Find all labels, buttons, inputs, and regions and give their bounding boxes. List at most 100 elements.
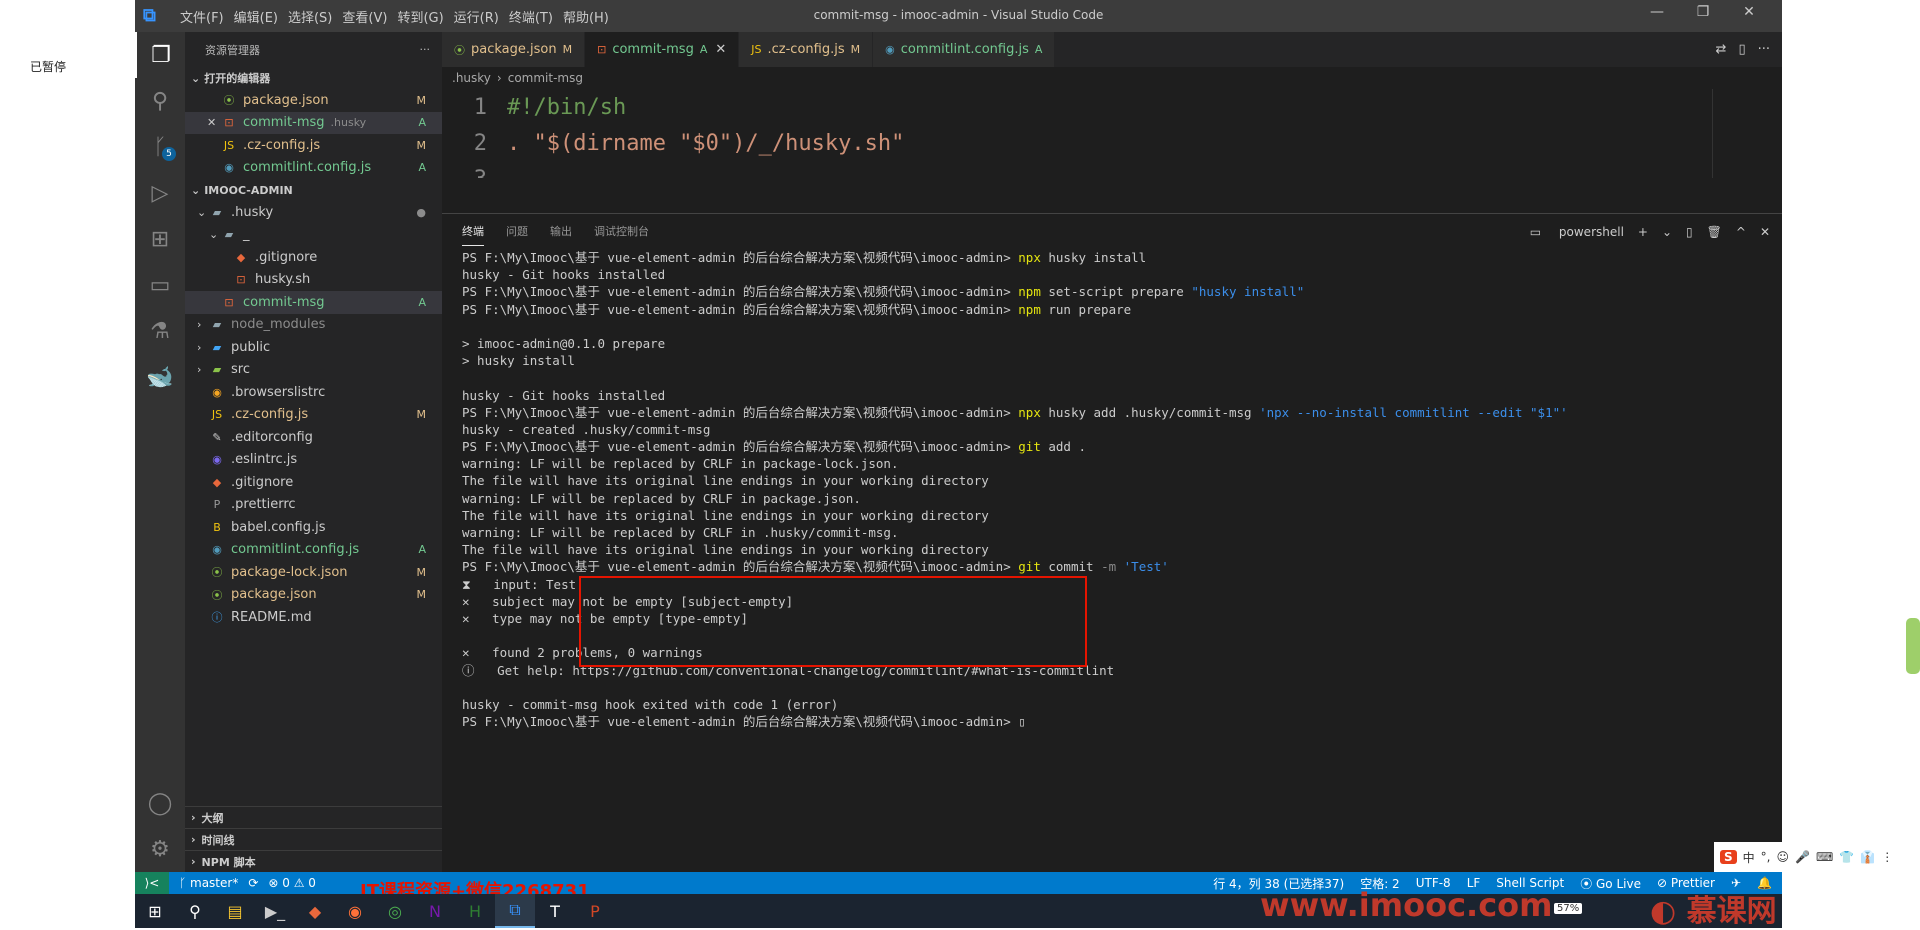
ime-item[interactable]: 👕 bbox=[1839, 850, 1854, 864]
sidebar-section-2[interactable]: › NPM 脚本 bbox=[185, 850, 442, 872]
sidebar-section-1[interactable]: › 时间线 bbox=[185, 828, 442, 850]
menu-item[interactable]: 帮助(H) bbox=[558, 7, 614, 26]
git-icon[interactable]: ◆ bbox=[295, 894, 335, 928]
ime-item[interactable]: 🎤 bbox=[1795, 850, 1810, 864]
tree-item[interactable]: ⊡ commit-msg A bbox=[185, 291, 442, 314]
status-item[interactable]: ⦿ Go Live bbox=[1580, 875, 1641, 892]
open-editor-item[interactable]: ✕ ⊡ commit-msg .husky A bbox=[185, 111, 442, 134]
panel-tab[interactable]: 终端 bbox=[462, 217, 484, 246]
kill-terminal-icon[interactable]: 🗑 bbox=[1707, 225, 1722, 239]
ime-item[interactable]: ⌨ bbox=[1816, 850, 1833, 864]
editor-tab[interactable]: JS .cz-config.js M bbox=[739, 32, 874, 67]
testing-icon[interactable]: ⚗ bbox=[135, 308, 185, 354]
split-editor-icon[interactable]: ▯ bbox=[1738, 42, 1745, 57]
tree-item[interactable]: › ▰ node_modules bbox=[185, 314, 442, 337]
start-icon[interactable]: ⊞ bbox=[135, 894, 175, 928]
problems-indicator[interactable]: ⊗ 0 ⚠ 0 bbox=[268, 876, 316, 890]
breadcrumb-item[interactable]: commit-msg bbox=[508, 71, 583, 85]
tree-item[interactable]: JS .cz-config.js M bbox=[185, 404, 442, 427]
git-branch[interactable]: ᚴ master* bbox=[179, 876, 238, 890]
tree-item[interactable]: ✎ .editorconfig bbox=[185, 426, 442, 449]
search-icon[interactable]: ⚲ bbox=[175, 894, 215, 928]
close-icon[interactable]: ✕ bbox=[715, 42, 726, 57]
firefox-icon[interactable]: ◉ bbox=[335, 894, 375, 928]
search-icon[interactable]: ⚲ bbox=[135, 78, 185, 124]
docker-icon[interactable]: 🐋 bbox=[135, 354, 185, 400]
new-terminal-icon[interactable]: + bbox=[1638, 225, 1648, 239]
menu-item[interactable]: 转到(G) bbox=[392, 7, 448, 26]
terminal-dropdown-icon[interactable]: ⌄ bbox=[1662, 225, 1672, 239]
tree-item[interactable]: Bbabel.config.js bbox=[185, 516, 442, 539]
source-control-icon[interactable]: ᚴ5 bbox=[135, 124, 185, 170]
sidebar-section-0[interactable]: › 大纲 bbox=[185, 806, 442, 828]
code-editor[interactable]: 1 #!/bin/sh 2 . "$(dirname "$0")/_/husky.sh… bbox=[442, 89, 1782, 178]
close-panel-icon[interactable]: ✕ bbox=[1760, 225, 1770, 239]
tree-item[interactable]: ⦿ package.json M bbox=[185, 584, 442, 607]
app-h-icon[interactable]: H bbox=[455, 894, 495, 928]
remote-explorer-icon[interactable]: ▭ bbox=[135, 262, 185, 308]
menu-item[interactable]: 终端(T) bbox=[504, 7, 558, 26]
tree-item[interactable]: ⌄ ▰ .husky ● bbox=[185, 201, 442, 224]
menu-item[interactable]: 文件(F) bbox=[175, 7, 229, 26]
powerpoint-icon[interactable]: P bbox=[575, 894, 615, 928]
run-debug-icon[interactable]: ▷ bbox=[135, 170, 185, 216]
terminal-shell-selector[interactable]: ▭ powershell bbox=[1530, 225, 1624, 239]
typora-icon[interactable]: T bbox=[535, 894, 575, 928]
open-editors-section[interactable]: ⌄ 打开的编辑器 bbox=[185, 67, 442, 89]
tree-item[interactable]: ⓘ README.md bbox=[185, 606, 442, 629]
editor-tab[interactable]: ⦿ package.json M bbox=[442, 32, 586, 67]
menu-item[interactable]: 编辑(E) bbox=[229, 7, 283, 26]
ime-item[interactable]: 👔 bbox=[1860, 850, 1875, 864]
tree-item[interactable]: ◆ .gitignore bbox=[185, 246, 442, 269]
extensions-icon[interactable]: ⊞ bbox=[135, 216, 185, 262]
tree-item[interactable]: › ▰ public bbox=[185, 336, 442, 359]
split-terminal-icon[interactable]: ▯ bbox=[1686, 225, 1693, 239]
explorer-more-button[interactable]: ··· bbox=[420, 43, 431, 56]
open-editor-item[interactable]: JS .cz-config.js M bbox=[185, 134, 442, 157]
tree-item[interactable]: › ▰ src bbox=[185, 359, 442, 382]
remote-indicator[interactable]: ⟩< bbox=[135, 872, 169, 894]
tree-item[interactable]: P .prettierrc bbox=[185, 494, 442, 517]
editor-tab[interactable]: ◉ commitlint.config.js A bbox=[873, 32, 1056, 67]
side-widget[interactable] bbox=[1906, 618, 1920, 674]
tree-item[interactable]: ⌄ ▰ _ bbox=[185, 224, 442, 247]
panel-tab[interactable]: 问题 bbox=[506, 217, 528, 246]
more-actions-icon[interactable]: ··· bbox=[1758, 42, 1770, 57]
open-editor-item[interactable]: ◉ commitlint.config.js A bbox=[185, 157, 442, 180]
tree-item[interactable]: ⊡ husky.sh bbox=[185, 269, 442, 292]
minimap[interactable] bbox=[1712, 89, 1782, 178]
explorer-icon[interactable]: ❐ bbox=[135, 32, 185, 78]
menu-item[interactable]: 选择(S) bbox=[283, 7, 337, 26]
ime-item[interactable]: 中 bbox=[1743, 849, 1755, 866]
chrome-icon[interactable]: ◎ bbox=[375, 894, 415, 928]
settings-gear-icon[interactable]: ⚙ bbox=[135, 826, 185, 872]
tree-item[interactable]: ⦿ package-lock.json M bbox=[185, 561, 442, 584]
vscode-icon[interactable]: ⧉ bbox=[495, 894, 535, 928]
maximize-button[interactable]: ❐ bbox=[1680, 4, 1726, 20]
ime-item[interactable]: ⋮ bbox=[1881, 850, 1893, 864]
minimize-button[interactable]: — bbox=[1634, 4, 1680, 20]
panel-tab[interactable]: 输出 bbox=[550, 217, 572, 246]
terminal-icon[interactable]: ▶_ bbox=[255, 894, 295, 928]
ime-item[interactable]: S bbox=[1720, 850, 1737, 864]
tree-item[interactable]: ◉ .browserslistrc bbox=[185, 381, 442, 404]
tree-item[interactable]: ◉ commitlint.config.js A bbox=[185, 539, 442, 562]
panel-tab[interactable]: 调试控制台 bbox=[594, 217, 649, 246]
project-section[interactable]: ⌄ IMOOC-ADMIN bbox=[185, 179, 442, 201]
compare-icon[interactable]: ⇄ bbox=[1716, 42, 1727, 57]
close-window-button[interactable]: ✕ bbox=[1726, 4, 1772, 20]
close-icon[interactable]: ✕ bbox=[207, 116, 221, 129]
sync-icon[interactable]: ⟳ bbox=[248, 876, 258, 890]
maximize-panel-icon[interactable]: ^ bbox=[1736, 225, 1746, 239]
editor-tab[interactable]: ⊡ commit-msg A ✕ bbox=[585, 32, 740, 67]
tree-item[interactable]: ◉ .eslintrc.js bbox=[185, 449, 442, 472]
menu-item[interactable]: 运行(R) bbox=[449, 7, 504, 26]
tree-item[interactable]: ◆ .gitignore bbox=[185, 471, 442, 494]
onenote-icon[interactable]: N bbox=[415, 894, 455, 928]
menu-item[interactable]: 查看(V) bbox=[337, 7, 392, 26]
open-editor-item[interactable]: ⦿ package.json M bbox=[185, 89, 442, 112]
ime-item[interactable]: °, bbox=[1761, 850, 1771, 864]
breadcrumb-item[interactable]: .husky bbox=[452, 71, 491, 85]
ime-item[interactable]: ☺ bbox=[1777, 850, 1790, 864]
file-explorer-icon[interactable]: ▤ bbox=[215, 894, 255, 928]
